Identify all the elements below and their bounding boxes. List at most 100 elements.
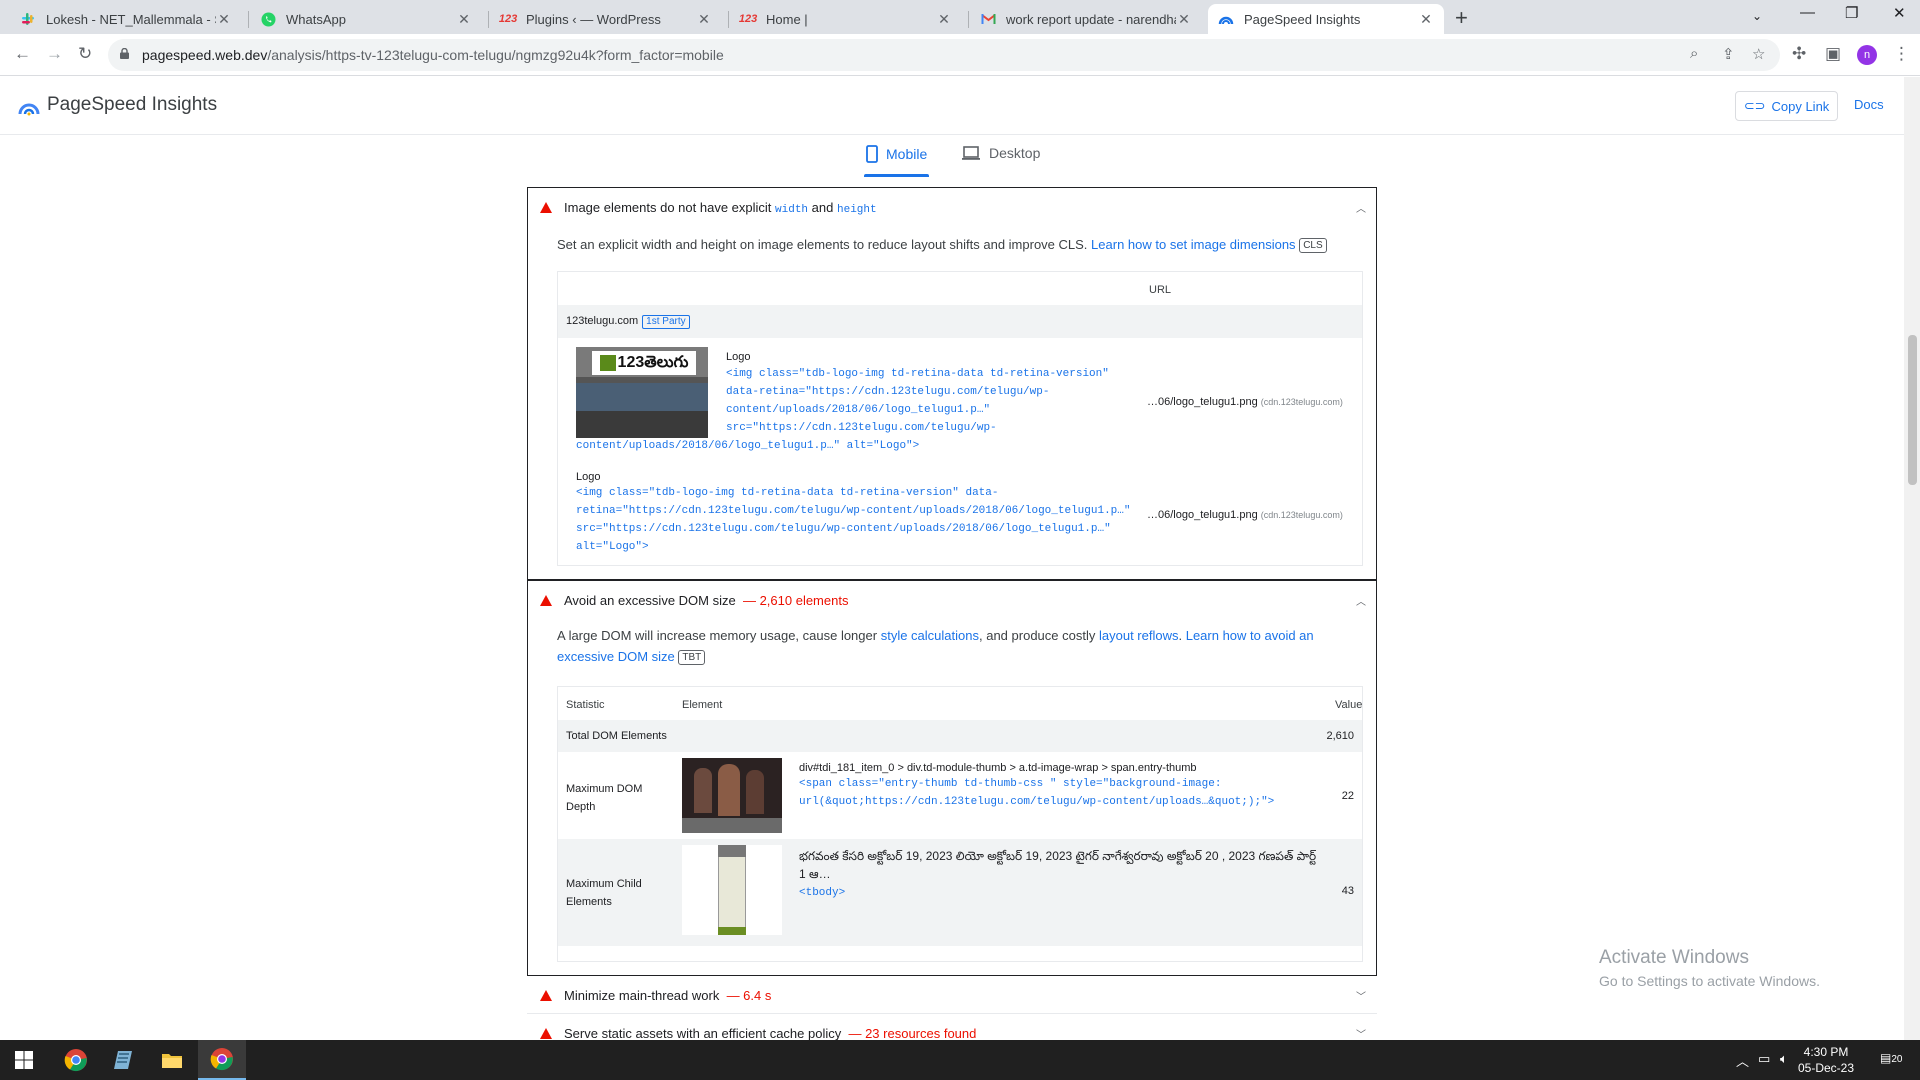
node-selector: div#tdi_181_item_0 > div.td-module-thumb… bbox=[799, 762, 1197, 774]
tray-chevron-up-icon[interactable]: ︿ bbox=[1736, 1051, 1749, 1070]
node-code[interactable]: <img class="tdb-logo-img td-retina-data … bbox=[576, 484, 1131, 556]
profile-avatar[interactable]: n bbox=[1857, 45, 1877, 65]
extensions-icon[interactable]: ✣ bbox=[1792, 44, 1806, 64]
warning-triangle-icon bbox=[540, 202, 552, 213]
style-calculations-link[interactable]: style calculations bbox=[881, 628, 979, 643]
minimize-icon[interactable]: — bbox=[1800, 4, 1815, 21]
123-icon: 123 bbox=[738, 13, 758, 25]
audit-main-thread-work[interactable]: Minimize main-thread work — 6.4 s ﹀ bbox=[527, 976, 1377, 1014]
active-tab-indicator bbox=[864, 174, 929, 177]
close-icon[interactable]: ✕ bbox=[1418, 11, 1434, 28]
tab-whatsapp[interactable]: WhatsApp ✕ bbox=[250, 4, 482, 34]
tab-title: Plugins ‹ — WordPress bbox=[526, 11, 661, 27]
chevron-up-icon[interactable]: ︿ bbox=[1356, 200, 1366, 215]
whatsapp-icon bbox=[260, 11, 276, 27]
volume-icon[interactable]: 🔈︎ bbox=[1780, 1051, 1788, 1067]
share-icon[interactable]: ⇪ bbox=[1722, 45, 1735, 63]
audit-title: Minimize main-thread work — 6.4 s bbox=[564, 988, 772, 1003]
tab-slack[interactable]: Lokesh - NET_Mallemmala - Slac ✕ bbox=[10, 4, 242, 34]
column-header-element: Element bbox=[682, 699, 723, 711]
close-icon[interactable]: ✕ bbox=[696, 11, 712, 28]
taskbar-clock[interactable]: 4:30 PM 05-Dec-23 bbox=[1798, 1044, 1854, 1076]
gmail-icon bbox=[980, 11, 996, 27]
node-code[interactable]: <span class="entry-thumb td-thumb-css " … bbox=[799, 775, 1274, 811]
audit-cache-policy[interactable]: Serve static assets with an efficient ca… bbox=[527, 1016, 1377, 1040]
psi-header: PageSpeed Insights ⊂⊃ Copy Link Docs bbox=[0, 77, 1904, 135]
file-explorer-icon[interactable] bbox=[148, 1040, 196, 1080]
zoom-icon[interactable]: ⌕ bbox=[1690, 45, 1698, 62]
pagespeed-icon bbox=[1218, 11, 1234, 27]
tab-home[interactable]: 123 Home | ✕ bbox=[730, 4, 962, 34]
pagespeed-logo-icon[interactable] bbox=[18, 98, 40, 116]
123-icon: 123 bbox=[498, 13, 518, 25]
node-code[interactable]: <img class="tdb-logo-img td-retina-data … bbox=[726, 365, 1109, 437]
logo-thumbnail: 123తెలుగు bbox=[576, 347, 708, 438]
page-scrollbar[interactable] bbox=[1904, 77, 1920, 1040]
tab-title: Home | bbox=[766, 11, 808, 27]
close-icon[interactable]: ✕ bbox=[936, 11, 952, 28]
tab-plugins[interactable]: 123 Plugins ‹ — WordPress ✕ bbox=[490, 4, 722, 34]
audit-value: — 23 resources found bbox=[848, 1026, 977, 1040]
table-row: Maximum Child Elements భగవంత కేసరి అక్టో… bbox=[558, 839, 1362, 946]
resource-url[interactable]: …06/logo_telugu1.png (cdn.123telugu.com) bbox=[1147, 396, 1343, 408]
tab-pagespeed[interactable]: PageSpeed Insights ✕ bbox=[1208, 4, 1444, 34]
menu-icon[interactable]: ⋮ bbox=[1893, 44, 1910, 64]
windows-taskbar: ︿ ▭ 🔈︎ 4:30 PM 05-Dec-23 ▤20 bbox=[0, 1040, 1920, 1080]
chevron-down-icon[interactable]: ﹀ bbox=[1356, 988, 1366, 1003]
warning-triangle-icon bbox=[540, 595, 552, 606]
page-title: PageSpeed Insights bbox=[47, 94, 218, 115]
element-thumbnail bbox=[682, 845, 782, 935]
layout-reflows-link[interactable]: layout reflows bbox=[1099, 628, 1178, 643]
url-text: pagespeed.web.dev/analysis/https-tv-123t… bbox=[142, 47, 724, 63]
warning-triangle-icon bbox=[540, 1028, 552, 1039]
tab-search-icon[interactable]: ⌄ bbox=[1752, 9, 1762, 23]
audit-table: URL 123telugu.com 1st Party 123తెలుగు Log… bbox=[557, 271, 1363, 566]
side-panel-icon[interactable]: ▣ bbox=[1825, 44, 1841, 64]
learn-link[interactable]: Learn how to set image dimensions bbox=[1091, 237, 1296, 252]
tab-desktop[interactable]: Desktop bbox=[961, 145, 1040, 161]
activate-windows-hint: Go to Settings to activate Windows. bbox=[1599, 973, 1820, 989]
reload-icon[interactable]: ↻ bbox=[78, 44, 92, 64]
audit-table: Statistic Element Value Total DOM Elemen… bbox=[557, 686, 1363, 962]
scrollbar-thumb[interactable] bbox=[1908, 335, 1917, 485]
lock-icon[interactable] bbox=[120, 48, 129, 59]
audit-header[interactable]: Image elements do not have explicit widt… bbox=[528, 188, 1376, 226]
chevron-up-icon[interactable]: ︿ bbox=[1356, 593, 1366, 608]
column-header-value: Value bbox=[1335, 699, 1363, 711]
network-icon[interactable]: ▭ bbox=[1758, 1051, 1770, 1067]
resource-url[interactable]: …06/logo_telugu1.png (cdn.123telugu.com) bbox=[1147, 509, 1343, 521]
audit-header[interactable]: Avoid an excessive DOM size — 2,610 elem… bbox=[528, 581, 1376, 619]
audit-value: — 2,610 elements bbox=[742, 593, 849, 608]
audit-title: Avoid an excessive DOM size — 2,610 elem… bbox=[564, 593, 849, 608]
tab-mobile[interactable]: Mobile bbox=[866, 145, 927, 163]
bookmark-star-icon[interactable]: ☆ bbox=[1752, 45, 1765, 63]
chevron-down-icon[interactable]: ﹀ bbox=[1356, 1026, 1366, 1040]
notepad-app-icon[interactable] bbox=[100, 1040, 148, 1080]
tab-title: WhatsApp bbox=[286, 11, 346, 27]
table-row: Total DOM Elements 2,610 bbox=[558, 720, 1362, 752]
audit-title: Image elements do not have explicit widt… bbox=[564, 200, 877, 216]
node-code[interactable]: content/uploads/2018/06/logo_telugu1.p…"… bbox=[576, 437, 919, 455]
element-thumbnail bbox=[682, 758, 782, 833]
forward-icon[interactable]: → bbox=[46, 44, 63, 64]
node-snippet: భగవంత కేసరి అక్టోబర్ 19, 2023 లియో అక్టో… bbox=[799, 849, 1317, 881]
tab-title: Lokesh - NET_Mallemmala - Slac bbox=[46, 11, 216, 27]
address-bar[interactable]: pagespeed.web.dev/analysis/https-tv-123t… bbox=[108, 39, 1780, 71]
docs-link[interactable]: Docs bbox=[1854, 97, 1884, 112]
close-icon[interactable]: ✕ bbox=[1176, 11, 1192, 28]
chrome-app-active-icon[interactable] bbox=[198, 1040, 246, 1080]
new-tab-icon[interactable]: + bbox=[1455, 5, 1468, 31]
back-icon[interactable]: ← bbox=[14, 44, 31, 64]
restore-icon[interactable]: ❐ bbox=[1845, 4, 1858, 22]
copy-link-button[interactable]: ⊂⊃ Copy Link bbox=[1735, 91, 1838, 121]
notification-center-icon[interactable]: ▤20 bbox=[1880, 1051, 1902, 1065]
column-header-statistic: Statistic bbox=[566, 699, 605, 711]
close-window-icon[interactable]: ✕ bbox=[1893, 4, 1906, 22]
link-icon: ⊂⊃ bbox=[1743, 98, 1766, 113]
chrome-app-icon[interactable] bbox=[52, 1040, 100, 1080]
close-icon[interactable]: ✕ bbox=[216, 11, 232, 28]
tab-gmail[interactable]: work report update - narendhar ✕ bbox=[970, 4, 1202, 34]
close-icon[interactable]: ✕ bbox=[456, 11, 472, 28]
node-code[interactable]: <tbody> bbox=[799, 884, 845, 902]
windows-start-icon[interactable] bbox=[0, 1040, 48, 1080]
